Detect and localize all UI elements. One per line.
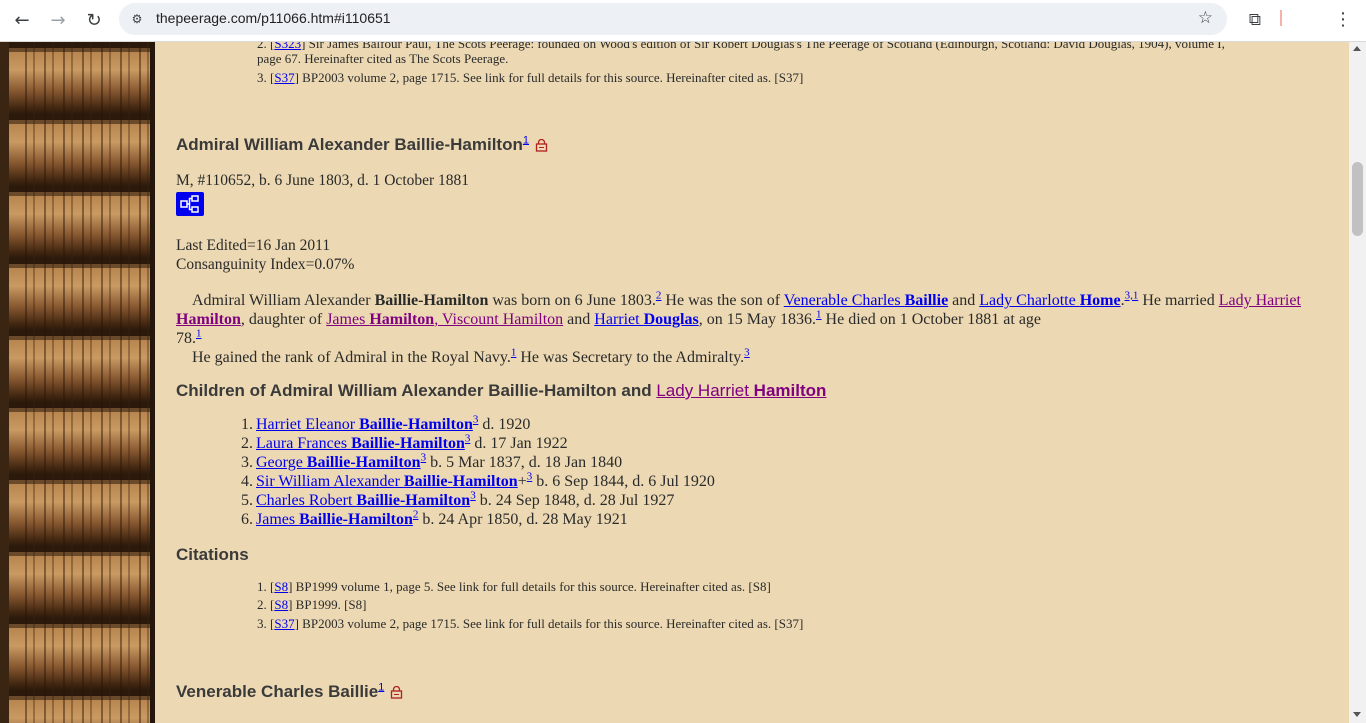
person-name: Admiral William Alexander Baillie-Hamilt… — [176, 135, 523, 154]
citation-text: BP2003 volume 2, page 1715. See link for… — [298, 70, 804, 85]
bio-text: , on 15 May 1836. — [698, 311, 817, 328]
child-link[interactable]: Harriet Eleanor Baillie-Hamilton — [256, 416, 473, 433]
bio-text: He died on 1 October 1881 at age — [821, 311, 1042, 328]
wife-father-link[interactable]: James Hamilton, Viscount Hamilton — [326, 311, 563, 328]
next-person-heading: Venerable Charles Baillie1 — [176, 682, 403, 702]
father-link[interactable]: Venerable Charles Baillie — [784, 292, 948, 309]
citation-source-link[interactable]: S323 — [274, 42, 301, 51]
browser-menu-icon[interactable]: ⋮ — [1330, 7, 1356, 33]
reload-icon[interactable]: ↻ — [80, 7, 108, 35]
children-heading: Children of Admiral William Alexander Ba… — [176, 381, 826, 401]
person-heading: Admiral William Alexander Baillie-Hamilt… — [176, 135, 548, 155]
bio-text: Admiral William Alexander — [192, 292, 375, 309]
bio-text: 78. — [176, 330, 196, 347]
vertical-scrollbar[interactable] — [1349, 42, 1366, 723]
back-icon[interactable]: ← — [8, 7, 36, 35]
citation-source-link[interactable]: S8 — [274, 597, 288, 612]
page-content: 2. [S323] Sir James Balfour Paul, The Sc… — [155, 42, 1349, 723]
child-list-item: 5. Charles Robert Baillie-Hamilton3 b. 24… — [241, 489, 675, 509]
child-link[interactable]: Sir William Alexander Baillie-Hamilton — [256, 473, 518, 490]
citation-text: page 67. Hereinafter cited as The Scots … — [257, 51, 509, 66]
citation-number: 3. — [257, 70, 267, 85]
lock-icon[interactable] — [390, 686, 403, 699]
child-link[interactable]: Charles Robert Baillie-Hamilton — [256, 492, 470, 509]
extensions-icon[interactable]: ⧉ — [1242, 7, 1268, 33]
citation-source-link[interactable]: S8 — [274, 579, 288, 594]
address-bar[interactable]: ⚙ thepeerage.com/p11066.htm#i110651 ☆ — [119, 3, 1227, 35]
spouse-link[interactable]: Lady Harriet Hamilton — [656, 381, 826, 400]
person-info: M, #110652, b. 6 June 1803, d. 1 October… — [176, 172, 470, 189]
child-list-item: 4. Sir William Alexander Baillie-Hamilton… — [241, 470, 715, 490]
child-list-item: 6. James Baillie-Hamilton2 b. 24 Apr 1850… — [241, 508, 628, 528]
bio-text: He married — [1138, 292, 1219, 309]
child-link[interactable]: Laura Frances Baillie-Hamilton — [256, 435, 465, 452]
forward-icon[interactable]: → — [44, 7, 72, 35]
citation-source-link[interactable]: S37 — [274, 70, 294, 85]
citation-text: Sir James Balfour Paul, The Scots Peerag… — [305, 42, 1225, 51]
url-text[interactable]: thepeerage.com/p11066.htm#i110651 — [156, 10, 391, 26]
citation-link[interactable]: 3 — [744, 347, 750, 359]
citation-item: 3. [S37] BP2003 volume 2, page 1715. See… — [257, 70, 804, 85]
scroll-up-icon[interactable] — [1353, 46, 1361, 51]
citation-number: 2. — [257, 42, 267, 51]
mother-link[interactable]: Lady Charlotte Home — [979, 292, 1120, 309]
next-person-name: Venerable Charles Baillie — [176, 682, 379, 701]
citation-link[interactable]: 1 — [378, 681, 384, 693]
child-list-item: 1. Harriet Eleanor Baillie-Hamilton3 d. 1… — [241, 413, 531, 433]
child-list-item: 2. Laura Frances Baillie-Hamilton3 d. 17 … — [241, 432, 568, 452]
citation-link[interactable]: 1 — [196, 328, 202, 340]
citations-heading: Citations — [176, 545, 249, 564]
bio-surname: Baillie-Hamilton — [374, 292, 489, 309]
scroll-down-icon[interactable] — [1353, 712, 1361, 717]
bookshelf-background — [0, 42, 155, 723]
bio-text: , daughter of — [240, 311, 327, 328]
bio-text: He gained the rank of Admiral in the Roy… — [192, 349, 511, 366]
citation-item: 3. [S37] BP2003 volume 2, page 1715. See… — [257, 616, 804, 631]
last-edited: Last Edited=16 Jan 2011 — [176, 237, 331, 254]
wife-mother-link[interactable]: Harriet Douglas — [594, 311, 698, 328]
child-list-item: 3. George Baillie-Hamilton3 b. 5 Mar 1837… — [241, 451, 623, 471]
child-link[interactable]: George Baillie-Hamilton — [256, 454, 421, 471]
profile-indicator[interactable] — [1280, 10, 1282, 26]
bookmark-star-icon[interactable]: ☆ — [1198, 8, 1213, 28]
site-info-icon[interactable]: ⚙ — [129, 11, 145, 27]
bio-text: was born on 6 June 1803. — [488, 292, 656, 309]
family-tree-button[interactable] — [176, 192, 204, 216]
child-link[interactable]: James Baillie-Hamilton — [256, 511, 413, 528]
browser-toolbar: ← → ↻ ⚙ thepeerage.com/p11066.htm#i11065… — [0, 0, 1366, 42]
scrollbar-thumb[interactable] — [1352, 162, 1363, 236]
bookshelf-spines — [16, 42, 152, 723]
bio-text: He was the son of — [661, 292, 784, 309]
citation-continuation: page 67. Hereinafter cited as The Scots … — [257, 51, 508, 67]
family-tree-icon — [180, 195, 199, 213]
children-heading-text: Children of Admiral William Alexander Ba… — [176, 381, 657, 400]
citation-source-link[interactable]: S37 — [274, 616, 294, 631]
person-name-citation-link[interactable]: 1 — [523, 134, 529, 146]
bio-text: and — [948, 292, 980, 309]
citation-link[interactable]: 3,1 — [1125, 290, 1139, 302]
biography-paragraph: Admiral William Alexander Baillie-Hamilt… — [176, 289, 1301, 366]
citation-item: 2. [S8] BP1999. [S8] — [257, 597, 367, 612]
citation-item: 1. [S8] BP1999 volume 1, page 5. See lin… — [257, 579, 771, 594]
bio-text: He was Secretary to the Admiralty. — [516, 349, 745, 366]
consanguinity-index: Consanguinity Index=0.07% — [176, 256, 355, 273]
bio-text: and — [563, 311, 595, 328]
lock-icon[interactable] — [535, 139, 548, 152]
